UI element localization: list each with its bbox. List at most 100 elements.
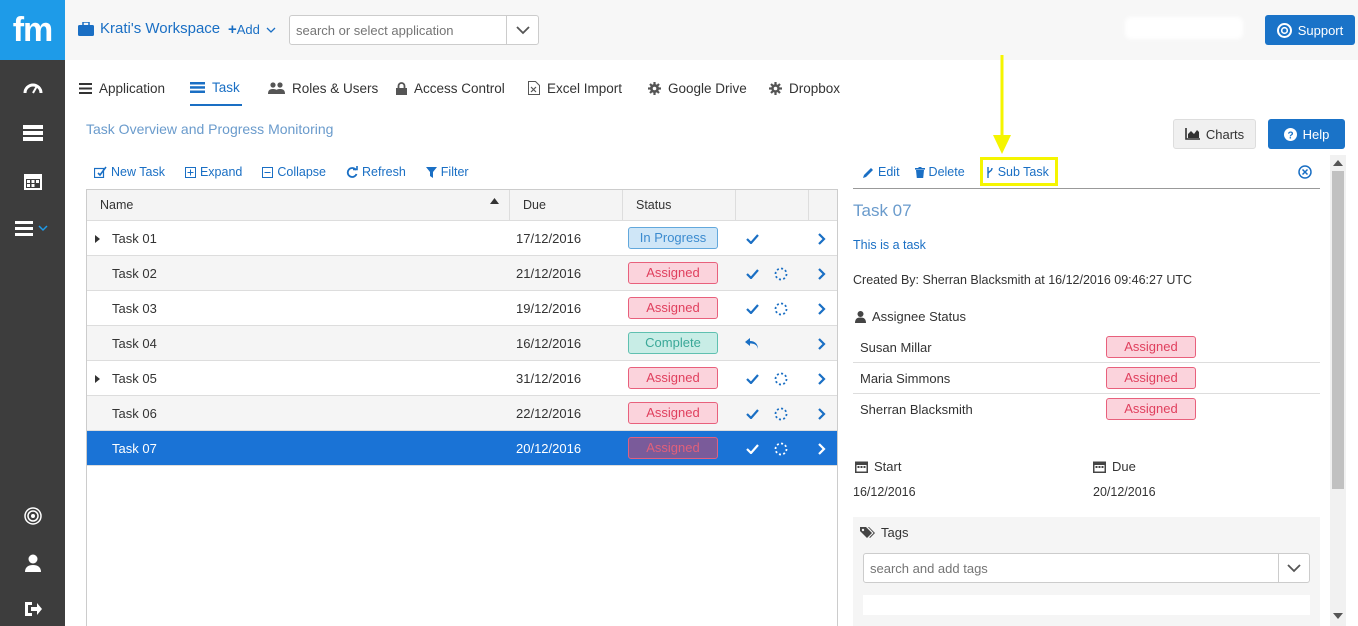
caret-right-icon[interactable] bbox=[93, 361, 101, 396]
list-icon bbox=[79, 82, 92, 94]
application-search-input[interactable] bbox=[290, 16, 506, 44]
chevron-right-icon[interactable] bbox=[814, 291, 830, 326]
edit-button[interactable]: Edit bbox=[863, 165, 900, 179]
tab-google-drive[interactable]: Google Drive bbox=[648, 70, 747, 106]
column-header-actions bbox=[736, 190, 809, 221]
help-button[interactable]: ? Help bbox=[1268, 119, 1345, 149]
spinner-icon[interactable] bbox=[772, 291, 790, 326]
spinner-icon[interactable] bbox=[772, 396, 790, 431]
status-badge: Assigned bbox=[628, 297, 718, 319]
task-due-date: 31/12/2016 bbox=[516, 371, 582, 386]
check-icon[interactable] bbox=[743, 221, 761, 256]
charts-button[interactable]: Charts bbox=[1173, 119, 1256, 149]
logout-icon[interactable] bbox=[0, 594, 65, 624]
table-row[interactable]: Task 01 17/12/2016 In Progress bbox=[87, 221, 837, 256]
chevron-down-icon[interactable] bbox=[1278, 554, 1309, 582]
filter-icon bbox=[425, 166, 437, 178]
dashboard-icon[interactable] bbox=[0, 73, 65, 103]
task-name: Task 03 bbox=[112, 301, 157, 316]
check-icon[interactable] bbox=[743, 291, 761, 326]
refresh-icon bbox=[346, 166, 358, 178]
check-icon[interactable] bbox=[743, 361, 761, 396]
tab-excel-import[interactable]: Excel Import bbox=[528, 70, 622, 106]
support-button[interactable]: Support bbox=[1265, 15, 1355, 45]
check-icon[interactable] bbox=[743, 396, 761, 431]
delete-button[interactable]: Delete bbox=[914, 165, 965, 179]
check-icon[interactable] bbox=[743, 256, 761, 291]
task-name: Task 05 bbox=[112, 371, 157, 386]
chevron-down-icon[interactable] bbox=[506, 16, 538, 44]
tab-access-control[interactable]: Access Control bbox=[396, 70, 505, 106]
column-header-name[interactable]: Name bbox=[87, 190, 510, 221]
tab-label: Roles & Users bbox=[292, 80, 379, 96]
tags-search-input[interactable] bbox=[864, 554, 1264, 582]
caret-right-icon[interactable] bbox=[93, 221, 101, 256]
undo-icon[interactable] bbox=[743, 326, 761, 361]
chevron-right-icon[interactable] bbox=[814, 256, 830, 291]
chevron-right-icon[interactable] bbox=[814, 431, 830, 466]
chevron-right-icon[interactable] bbox=[814, 326, 830, 361]
chevron-right-icon[interactable] bbox=[814, 396, 830, 431]
expand-button[interactable]: Expand bbox=[184, 165, 242, 179]
sub-task-highlight bbox=[980, 157, 1058, 186]
tab-label: Access Control bbox=[414, 80, 505, 96]
menu-icon[interactable] bbox=[0, 213, 65, 243]
workspace-name: Krati's Workspace bbox=[100, 20, 221, 37]
task-name: Task 07 bbox=[112, 441, 157, 456]
chevron-right-icon[interactable] bbox=[814, 361, 830, 396]
workspace-selector[interactable]: Krati's Workspace bbox=[78, 20, 220, 37]
tags-search[interactable] bbox=[863, 553, 1310, 583]
add-button[interactable]: +Add bbox=[228, 21, 276, 38]
collapse-label: Collapse bbox=[277, 165, 327, 179]
column-header-status[interactable]: Status bbox=[623, 190, 736, 221]
new-task-button[interactable]: New Task bbox=[94, 165, 165, 179]
lock-icon bbox=[396, 81, 407, 95]
task-due-date: 20/12/2016 bbox=[516, 441, 582, 456]
check-icon[interactable] bbox=[743, 431, 761, 466]
table-row[interactable]: Task 03 19/12/2016 Assigned bbox=[87, 291, 837, 326]
column-due-label: Due bbox=[523, 198, 546, 212]
app-logo[interactable]: fm bbox=[0, 0, 65, 60]
chevron-right-icon[interactable] bbox=[814, 221, 830, 256]
edit-label: Edit bbox=[878, 165, 900, 179]
task-name: Task 04 bbox=[112, 336, 157, 351]
page-subtitle: Task Overview and Progress Monitoring bbox=[86, 121, 334, 137]
due-date: 20/12/2016 bbox=[1093, 485, 1156, 499]
excel-icon bbox=[528, 81, 540, 95]
tab-application[interactable]: Application bbox=[79, 70, 165, 106]
tab-task[interactable]: Task bbox=[190, 70, 242, 106]
table-row[interactable]: Task 02 21/12/2016 Assigned bbox=[87, 256, 837, 291]
table-row[interactable]: Task 07 20/12/2016 Assigned bbox=[87, 431, 837, 466]
column-header-due[interactable]: Due bbox=[510, 190, 623, 221]
tab-roles-users[interactable]: Roles & Users bbox=[268, 70, 378, 106]
plus-square-icon bbox=[184, 166, 196, 178]
due-label: Due bbox=[1093, 459, 1136, 474]
task-due-date: 17/12/2016 bbox=[516, 231, 582, 246]
close-circle-icon[interactable] bbox=[1298, 165, 1312, 179]
table-row[interactable]: Task 05 31/12/2016 Assigned bbox=[87, 361, 837, 396]
spinner-icon[interactable] bbox=[772, 256, 790, 291]
collapse-button[interactable]: Collapse bbox=[262, 165, 326, 179]
calendar-icon[interactable] bbox=[0, 166, 65, 196]
scroll-up-icon[interactable] bbox=[1333, 160, 1343, 166]
grid-list-icon[interactable] bbox=[0, 118, 65, 148]
sort-ascending-icon bbox=[490, 198, 499, 204]
spinner-icon[interactable] bbox=[772, 361, 790, 396]
tab-dropbox[interactable]: Dropbox bbox=[769, 70, 840, 106]
user-icon[interactable] bbox=[0, 548, 65, 578]
gear-icon bbox=[769, 81, 782, 95]
table-row[interactable]: Task 04 16/12/2016 Complete bbox=[87, 326, 837, 361]
status-badge: Assigned bbox=[628, 262, 718, 284]
scroll-down-icon[interactable] bbox=[1333, 613, 1343, 619]
lifebuoy-icon bbox=[1276, 22, 1292, 38]
calendar-icon bbox=[855, 461, 868, 473]
task-toolbar: New Task Expand Collapse Refresh Filter bbox=[94, 165, 469, 179]
scrollbar-thumb[interactable] bbox=[1332, 171, 1344, 489]
target-icon[interactable] bbox=[0, 501, 65, 531]
task-name: Task 01 bbox=[112, 231, 157, 246]
table-row[interactable]: Task 06 22/12/2016 Assigned bbox=[87, 396, 837, 431]
filter-button[interactable]: Filter bbox=[425, 165, 469, 179]
refresh-button[interactable]: Refresh bbox=[346, 165, 406, 179]
spinner-icon[interactable] bbox=[772, 431, 790, 466]
application-search[interactable] bbox=[289, 15, 539, 45]
